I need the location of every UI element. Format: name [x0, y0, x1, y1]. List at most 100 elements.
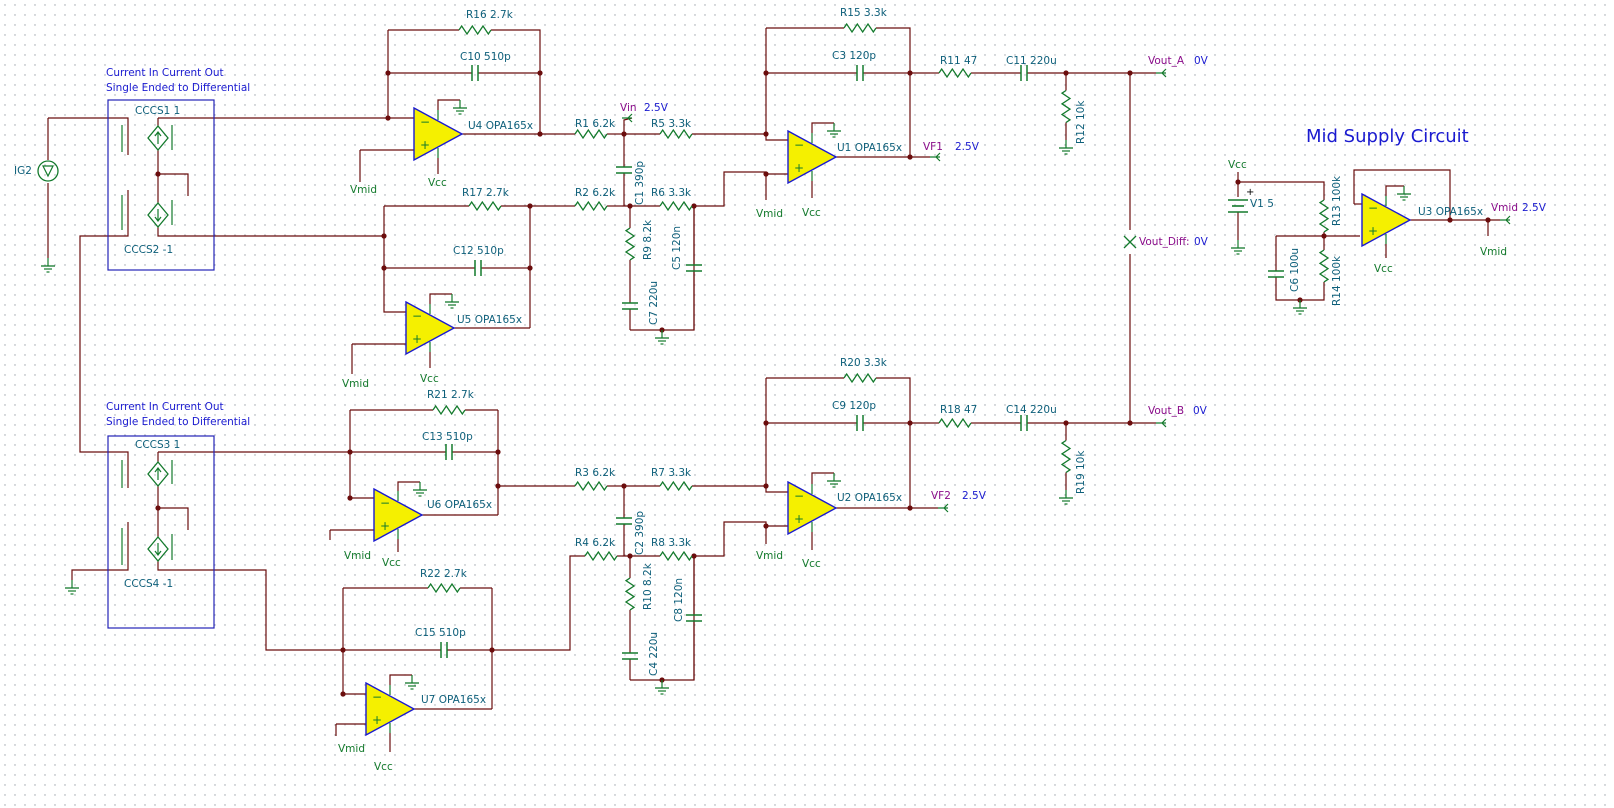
junction-dot: [1063, 70, 1069, 76]
r15-label: R15 3.3k: [840, 7, 888, 19]
vmid-out-net-label: Vmid: [1491, 202, 1518, 214]
c8-label: C8 120n: [673, 578, 685, 622]
svg-text:−: −: [1368, 201, 1378, 215]
junction-dot: [907, 505, 913, 511]
svg-text:+: +: [1368, 224, 1378, 238]
vmid-power-label: Vmid: [344, 550, 371, 562]
junction-dot: [489, 647, 495, 653]
vmid-power-label: Vmid: [756, 208, 783, 220]
vout-a-voltage: 0V: [1194, 55, 1209, 67]
vin-net-label: Vin: [620, 102, 637, 114]
junction-dot: [340, 647, 346, 653]
u1-label: U1 OPA165x: [837, 142, 902, 154]
c9-label: C9 120p: [832, 400, 876, 412]
junction-dot: [537, 131, 543, 137]
vmid-out-voltage: 2.5V: [1522, 202, 1547, 214]
c1-label: C1 390p: [634, 161, 646, 205]
svg-text:−: −: [372, 690, 382, 704]
r11-label: R11 47: [940, 55, 977, 67]
cccs1-label: CCCS1 1: [135, 105, 180, 117]
junction-dot: [1127, 70, 1133, 76]
junction-dot: [340, 691, 346, 697]
svg-text:+: +: [794, 161, 804, 175]
svg-text:+: +: [1246, 187, 1254, 198]
junction-dot: [381, 233, 387, 239]
junction-dot: [1063, 420, 1069, 426]
junction-dot: [763, 483, 769, 489]
r1-label: R1 6.2k: [575, 118, 616, 130]
c15-label: C15 510p: [415, 627, 466, 639]
c4-label: C4 220u: [648, 632, 660, 676]
vf2-net-label: VF2: [931, 490, 951, 502]
vout-b-net-label: Vout_B: [1148, 405, 1184, 417]
r8-label: R8 3.3k: [651, 537, 692, 549]
r19-label: R19 10k: [1075, 450, 1087, 494]
vcc-power-label: Vcc: [428, 177, 447, 189]
r20-label: R20 3.3k: [840, 357, 888, 369]
vcc-power-label: Vcc: [382, 557, 401, 569]
svg-text:−: −: [412, 309, 422, 323]
c3-label: C3 120p: [832, 50, 876, 62]
junction-dot: [527, 203, 533, 209]
c11-label: C11 220u: [1006, 55, 1057, 67]
vout-b-voltage: 0V: [1193, 405, 1208, 417]
c5-label: C5 120n: [671, 226, 683, 270]
u6-label: U6 OPA165x: [427, 499, 492, 511]
block1-note-line2: Single Ended to Differential: [106, 82, 250, 94]
junction-dot: [495, 449, 501, 455]
vcc-power-label: Vcc: [374, 761, 393, 773]
junction-dot: [537, 70, 543, 76]
vcc-power-label: Vcc: [802, 207, 821, 219]
c12-label: C12 510p: [453, 245, 504, 257]
schematic-canvas: − + − + − + − + − + − + + − + Vmid Vcc Vmid Vcc Vmid Vcc Vmi…: [0, 0, 1614, 808]
junction-dot: [495, 483, 501, 489]
junction-dot: [1321, 233, 1327, 239]
svg-text:−: −: [794, 138, 804, 152]
cccs4-label: CCCS4 -1: [124, 578, 173, 590]
junction-dot: [1127, 420, 1133, 426]
r17-label: R17 2.7k: [462, 187, 510, 199]
r5-label: R5 3.3k: [651, 118, 692, 130]
vcc-power-label: Vcc: [802, 558, 821, 570]
junction-dot: [347, 449, 353, 455]
r21-label: R21 2.7k: [427, 389, 475, 401]
cccs3-label: CCCS3 1: [135, 439, 180, 451]
r18-label: R18 47: [940, 404, 977, 416]
junction-dot: [907, 70, 913, 76]
r2-label: R2 6.2k: [575, 187, 616, 199]
u7-label: U7 OPA165x: [421, 694, 486, 706]
c13-label: C13 510p: [422, 431, 473, 443]
svg-text:+: +: [412, 332, 422, 346]
c14-label: C14 220u: [1006, 404, 1057, 416]
junction-dot: [385, 70, 391, 76]
vcc-power-label: Vcc: [420, 373, 439, 385]
c10-label: C10 510p: [460, 51, 511, 63]
vin-voltage: 2.5V: [644, 102, 669, 114]
vf1-net-label: VF1: [923, 141, 943, 153]
u3-label: U3 OPA165x: [1418, 206, 1483, 218]
ig2-label: IG2: [14, 165, 32, 177]
junction-dot: [155, 171, 161, 177]
u2-label: U2 OPA165x: [837, 492, 902, 504]
r10-label: R10 8.2k: [642, 562, 654, 610]
junction-dot: [621, 483, 627, 489]
junction-dot: [763, 131, 769, 137]
r9-label: R9 8.2k: [642, 219, 654, 260]
r13-label: R13 100k: [1331, 175, 1343, 226]
block2-note-line2: Single Ended to Differential: [106, 416, 250, 428]
junction-dot: [763, 420, 769, 426]
svg-text:−: −: [420, 115, 430, 129]
junction-dot: [627, 203, 633, 209]
block2-note-line1: Current In Current Out: [106, 401, 224, 413]
vmid-power-label: Vmid: [342, 378, 369, 390]
junction-dot: [763, 70, 769, 76]
junction-dot: [381, 265, 387, 271]
r7-label: R7 3.3k: [651, 467, 692, 479]
junction-dot: [763, 171, 769, 177]
vout-a-net-label: Vout_A: [1148, 55, 1185, 67]
c6-label: C6 100u: [1289, 248, 1301, 292]
svg-text:+: +: [372, 713, 382, 727]
vf2-voltage: 2.5V: [962, 490, 987, 502]
svg-text:+: +: [420, 138, 430, 152]
junction-dot: [691, 553, 697, 559]
